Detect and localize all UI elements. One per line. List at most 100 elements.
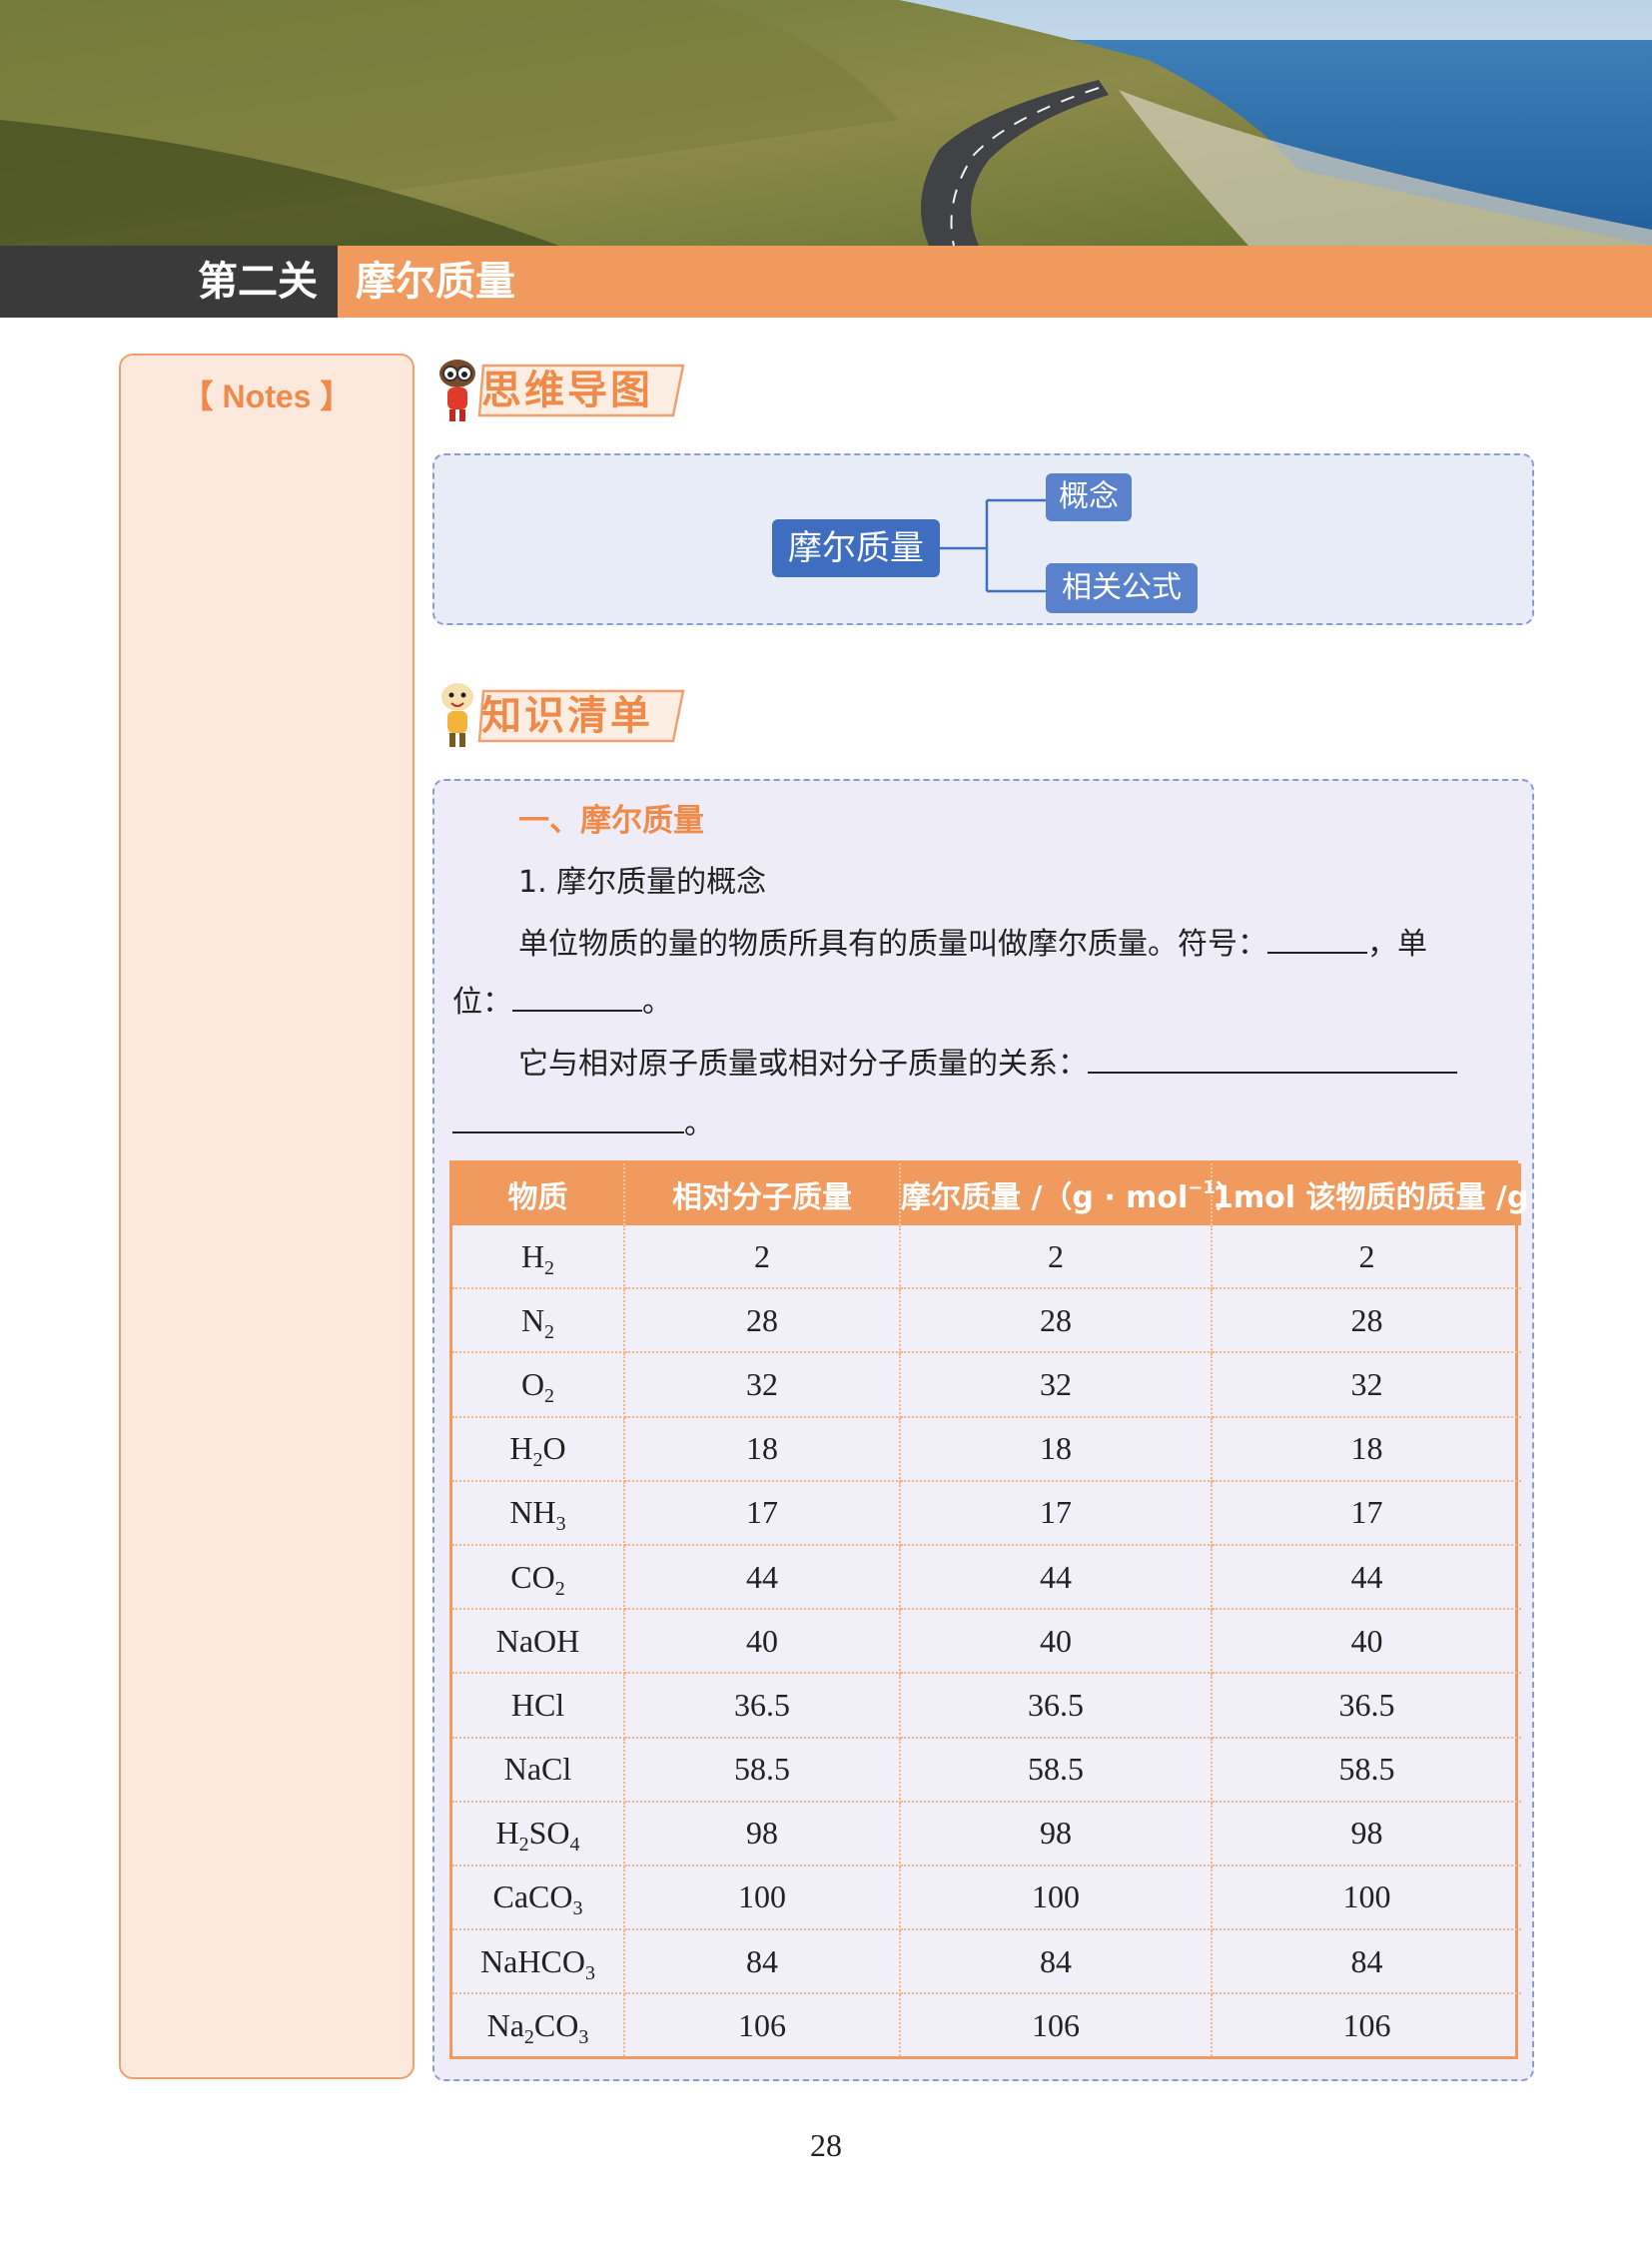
cell-mass-1mol: 32: [1212, 1352, 1521, 1418]
cell-mass-1mol: 28: [1212, 1288, 1521, 1354]
formula-subscript: 2: [544, 1256, 555, 1279]
cell-substance: NaHCO3: [452, 1929, 625, 1995]
table-row: NaOH 40 40 40: [452, 1609, 1521, 1675]
cell-mass-1mol: 36.5: [1212, 1673, 1521, 1739]
table-row: H2 2 2 2: [452, 1225, 1521, 1290]
cell-mass-1mol: 2: [1212, 1225, 1521, 1290]
mind-map-panel: 摩尔质量 概念 相关公式: [432, 453, 1534, 625]
chapter-title-bar: 第二关 摩尔质量: [0, 246, 1652, 318]
formula-subscript: 3: [572, 1897, 583, 1920]
cell-relative-mass: 36.5: [624, 1673, 901, 1739]
cell-molar-mass: 28: [900, 1288, 1213, 1354]
cell-mass-1mol: 18: [1212, 1416, 1521, 1482]
cell-mass-1mol: 98: [1212, 1801, 1521, 1867]
cell-relative-mass: 84: [624, 1929, 901, 1995]
definition-line-1: 单位物质的量的物质所具有的质量叫做摩尔质量。符号： ，单: [518, 919, 1427, 963]
formula-part: O: [542, 1430, 566, 1467]
relation-blank: [1088, 1046, 1457, 1074]
cell-molar-mass: 84: [900, 1929, 1213, 1995]
cell-molar-mass: 17: [900, 1480, 1213, 1546]
cell-relative-mass: 18: [624, 1416, 901, 1482]
table-row: O2 32 32 32: [452, 1352, 1521, 1418]
formula-subscript: 3: [555, 1513, 566, 1536]
cell-relative-mass: 32: [624, 1352, 901, 1418]
table-row: CaCO3 100 100 100: [452, 1865, 1521, 1931]
cell-relative-mass: 106: [624, 1993, 901, 2057]
cell-substance: H2SO4: [452, 1801, 625, 1867]
formula-subscript: 2: [532, 1449, 543, 1472]
mind-map-branch-concept: 概念: [1046, 473, 1132, 521]
cell-substance: H2: [452, 1225, 625, 1290]
cell-molar-mass: 98: [900, 1801, 1213, 1867]
cell-substance: CO2: [452, 1544, 625, 1611]
cell-substance: N2: [452, 1288, 625, 1354]
table-row: NH3 17 17 17: [452, 1480, 1521, 1546]
cell-substance: HCl: [452, 1673, 625, 1739]
unit-blank: [512, 984, 642, 1012]
molar-mass-table: 物质 相对分子质量 摩尔质量 /（g · mol−1） 1mol 该物质的质量 …: [449, 1160, 1528, 2060]
formula-subscript: 2: [518, 1834, 529, 1857]
cell-relative-mass: 28: [624, 1288, 901, 1354]
item-title: 1. 摩尔质量的概念: [518, 865, 767, 900]
table-row: CO2 44 44 44: [452, 1544, 1521, 1611]
table-row: HCl 36.5 36.5 36.5: [452, 1673, 1521, 1739]
cell-molar-mass: 18: [900, 1416, 1213, 1482]
formula-part: H: [520, 1237, 545, 1274]
cell-substance: NaOH: [452, 1609, 625, 1675]
relation-blank-continued: [452, 1106, 684, 1133]
cell-mass-1mol: 44: [1212, 1544, 1521, 1611]
header-molar-mass: 摩尔质量 /（g · mol−1）: [900, 1163, 1245, 1225]
formula-subscript: 2: [544, 1320, 555, 1343]
cell-molar-mass: 100: [900, 1865, 1213, 1931]
table-row: H2O 18 18 18: [452, 1416, 1521, 1482]
notes-title: 【 Notes 】: [181, 378, 353, 414]
formula-part: NaOH: [495, 1622, 580, 1659]
header-substance: 物质: [452, 1163, 625, 1225]
knowledge-heading-text: 知识清单: [481, 693, 653, 739]
formula-subscript: 2: [554, 1577, 565, 1600]
header-molar-mass-sup: −1: [1188, 1177, 1216, 1198]
definition-continued: ，单: [1367, 927, 1427, 962]
cell-relative-mass: 2: [624, 1225, 901, 1290]
cell-relative-mass: 58.5: [624, 1737, 901, 1803]
cell-mass-1mol: 17: [1212, 1480, 1521, 1546]
cell-molar-mass: 106: [900, 1993, 1213, 2057]
cell-mass-1mol: 58.5: [1212, 1737, 1521, 1803]
relation-line-2: 。: [452, 1099, 714, 1142]
formula-subscript: 3: [584, 1961, 595, 1984]
header-mass-1mol: 1mol 该物质的质量 /g: [1212, 1163, 1528, 1225]
unit-label: 位：: [452, 985, 512, 1020]
cell-molar-mass: 44: [900, 1544, 1213, 1611]
table-row: NaHCO3 84 84 84: [452, 1929, 1521, 1995]
unit-end: 。: [642, 985, 672, 1020]
cell-substance: NaCl: [452, 1737, 625, 1803]
mind-map-heading-text: 思维导图: [481, 368, 653, 413]
formula-part: CO: [533, 2006, 579, 2043]
cell-mass-1mol: 84: [1212, 1929, 1521, 1995]
table-row: N2 28 28 28: [452, 1288, 1521, 1354]
formula-part: CaCO: [492, 1878, 573, 1915]
cell-substance: NH3: [452, 1480, 625, 1546]
cell-molar-mass: 2: [900, 1225, 1213, 1290]
definition-line-2: 位： 。: [452, 977, 672, 1021]
mind-map-root-node: 摩尔质量: [772, 519, 940, 577]
formula-part: SO: [528, 1815, 570, 1852]
formula-part: HCl: [510, 1686, 565, 1723]
symbol-blank: [1267, 926, 1367, 954]
cell-substance: O2: [452, 1352, 625, 1418]
knowledge-heading: 知识清单: [431, 679, 691, 749]
knowledge-panel: 一、摩尔质量 1. 摩尔质量的概念 单位物质的量的物质所具有的质量叫做摩尔质量。…: [432, 779, 1534, 2081]
cell-relative-mass: 44: [624, 1544, 901, 1611]
formula-subscript: 2: [544, 1384, 555, 1407]
cell-substance: CaCO3: [452, 1865, 625, 1931]
formula-subscript: 4: [569, 1834, 580, 1857]
definition-text: 单位物质的量的物质所具有的质量叫做摩尔质量。符号：: [518, 927, 1267, 962]
section-title: 一、摩尔质量: [518, 803, 704, 839]
relation-end: 。: [684, 1107, 714, 1141]
formula-subscript: 2: [523, 2025, 534, 2048]
formula-part: O: [520, 1365, 545, 1402]
formula-part: NaHCO: [480, 1942, 585, 1979]
cell-relative-mass: 40: [624, 1609, 901, 1675]
table-row: H2SO4 98 98 98: [452, 1801, 1521, 1867]
topic-title: 摩尔质量: [338, 246, 1652, 318]
